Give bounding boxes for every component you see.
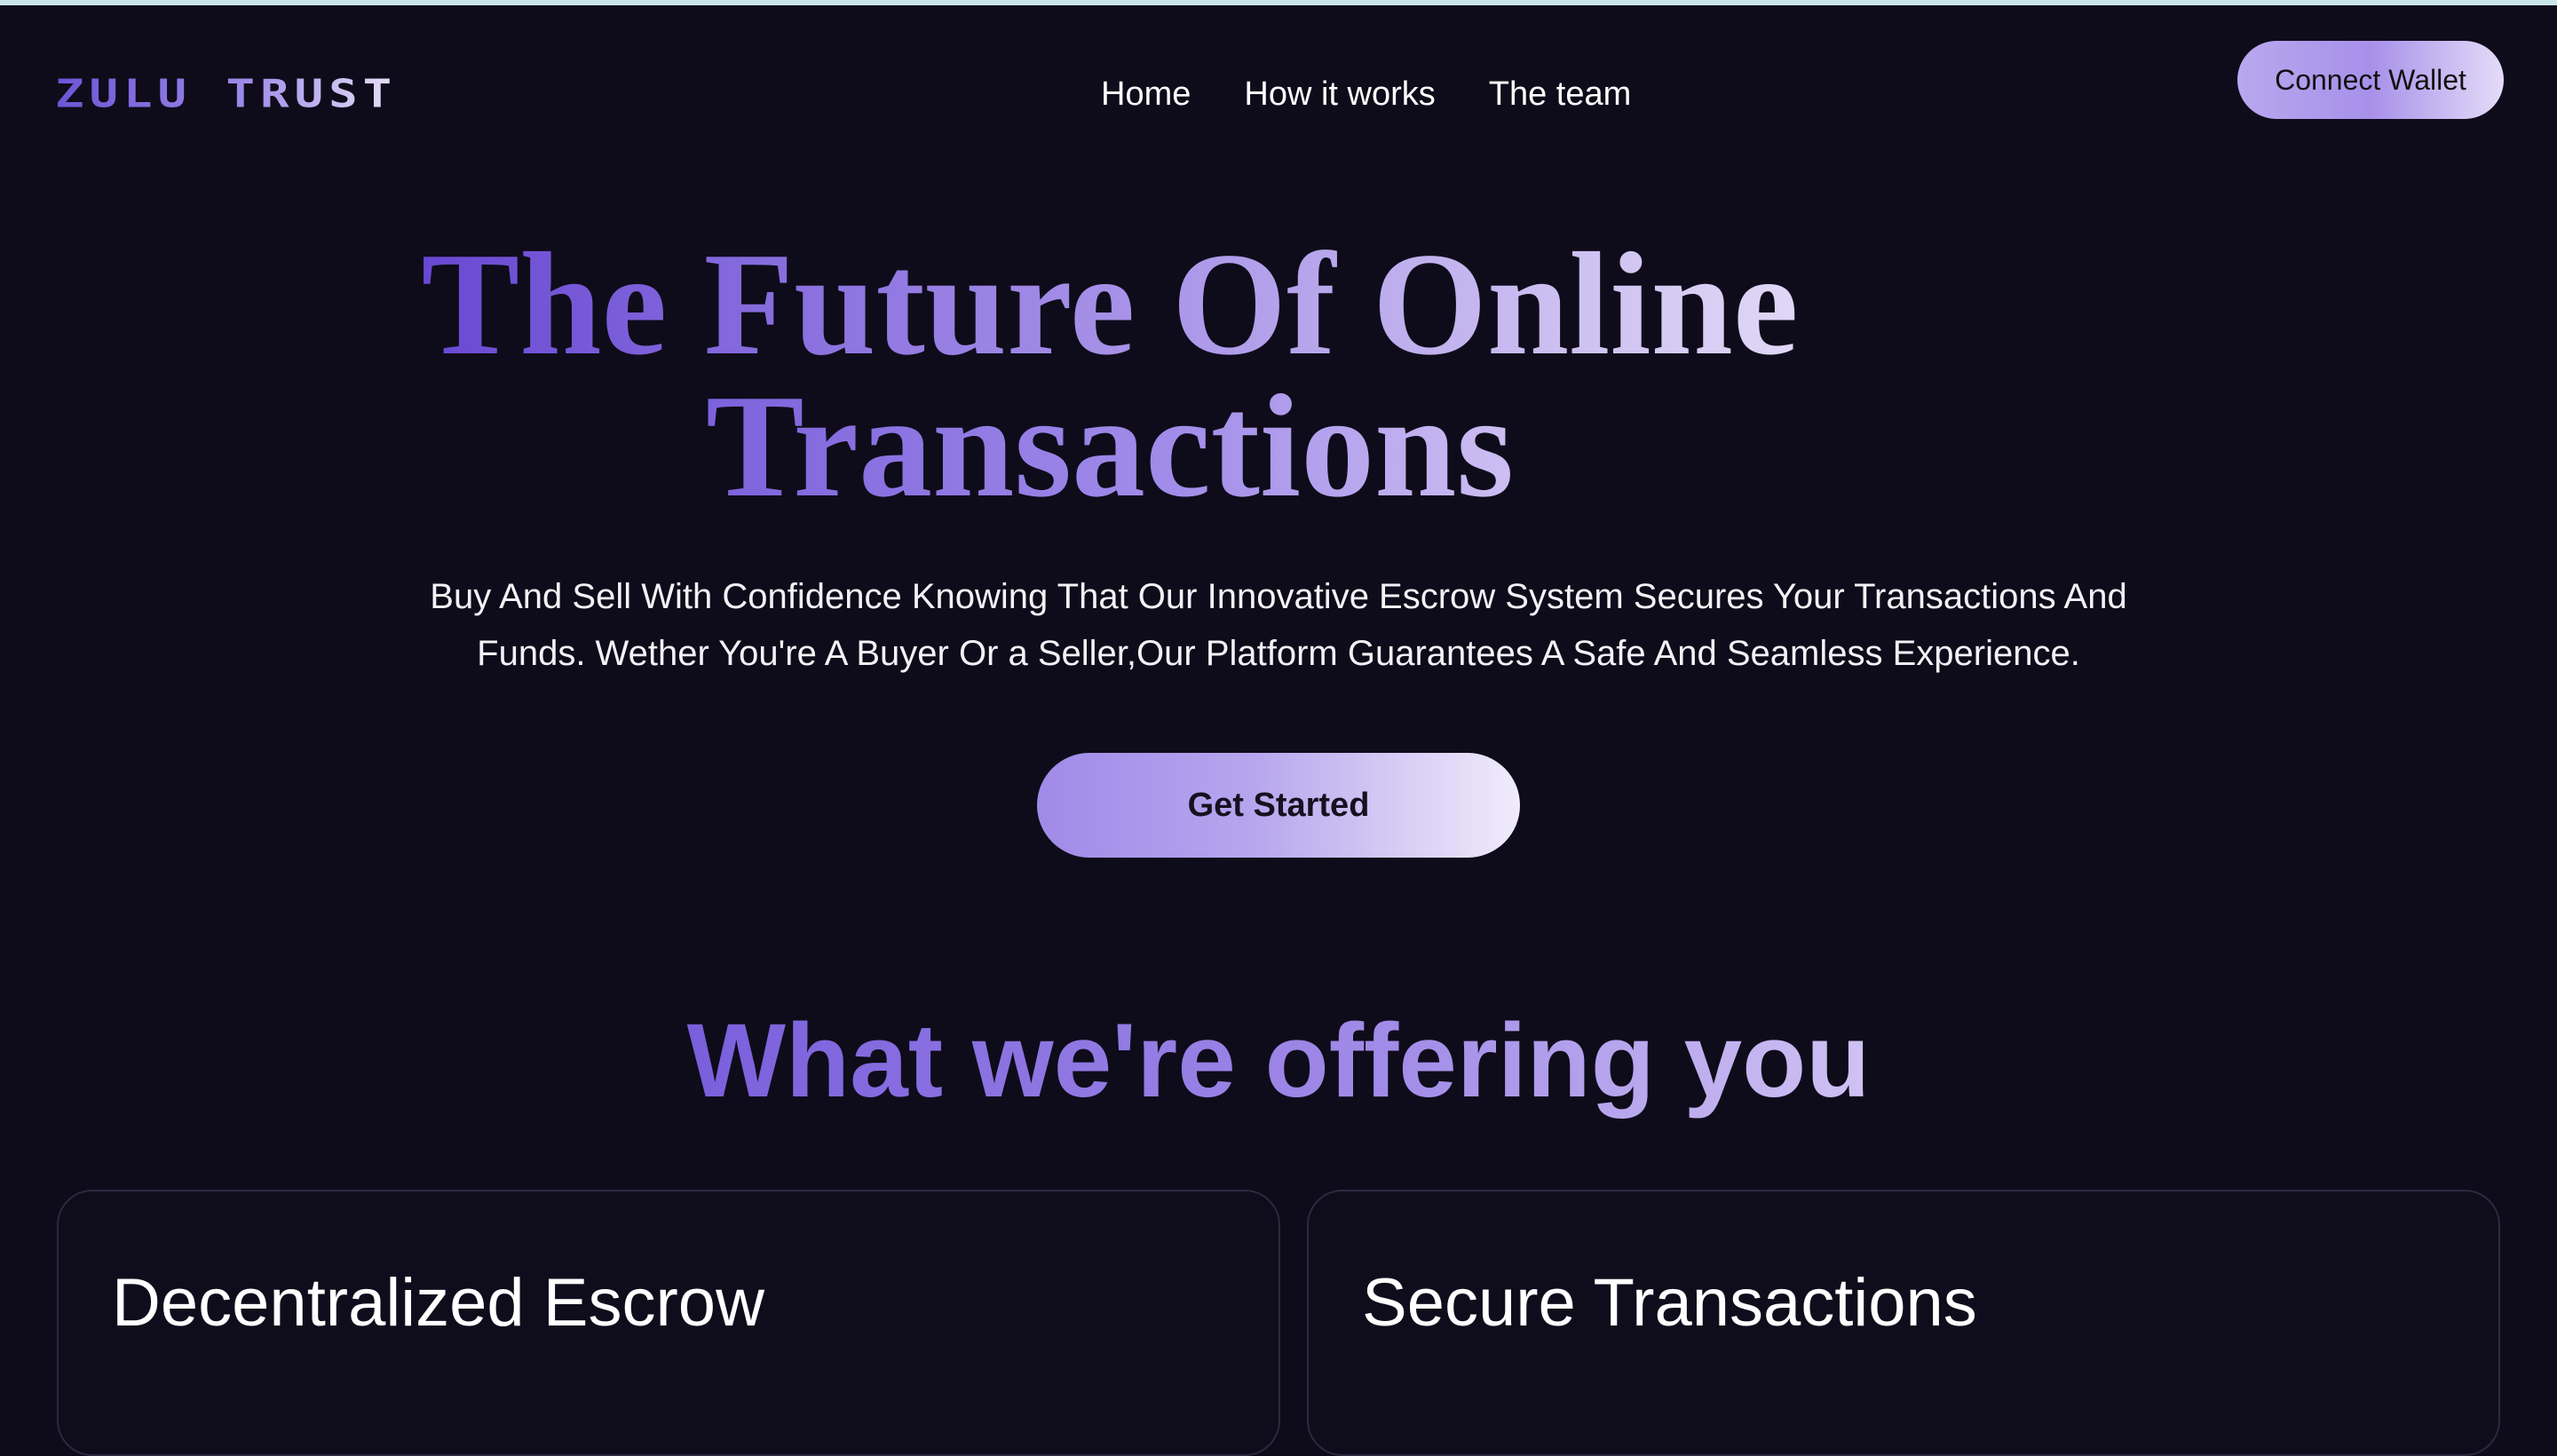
hero-title-line-1: The Future Of Online [421,222,1799,385]
feature-card-secure-transactions: Secure Transactions [1307,1190,2500,1456]
navbar: ZULU TRUST Home How it works The team Co… [0,5,2557,183]
hero-subtitle: Buy And Sell With Confidence Knowing Tha… [391,568,2166,682]
hero-title-line-2: Transactions [705,364,1514,527]
offering-title-text: What we're offering you [686,1002,1871,1120]
get-started-button[interactable]: Get Started [1037,753,1520,858]
connect-wallet-button[interactable]: Connect Wallet [2237,41,2504,119]
nav-link-how-it-works[interactable]: How it works [1244,75,1435,114]
logo[interactable]: ZULU TRUST [55,67,499,121]
logo-text: ZULU TRUST [55,71,398,116]
offering-section-title: What we're offering you [0,1003,2557,1119]
hero-title-line-1-wrap: The Future Of Online [0,222,2220,385]
hero-subtitle-line-2: Funds. Wether You're A Buyer Or a Seller… [477,634,2080,673]
feature-card-decentralized-escrow: Decentralized Escrow [57,1190,1280,1456]
hero-title-line-2-wrap: Transactions [0,364,2220,527]
hero-title: The Future Of Online Transactions [0,222,2220,527]
feature-card-title: Decentralized Escrow [112,1265,764,1341]
nav-link-home[interactable]: Home [1101,75,1191,114]
feature-card-title: Secure Transactions [1362,1265,1977,1341]
nav-links: Home How it works The team [1101,75,1632,114]
hero-subtitle-line-1: Buy And Sell With Confidence Knowing Tha… [430,577,2127,616]
nav-link-the-team[interactable]: The team [1489,75,1632,114]
